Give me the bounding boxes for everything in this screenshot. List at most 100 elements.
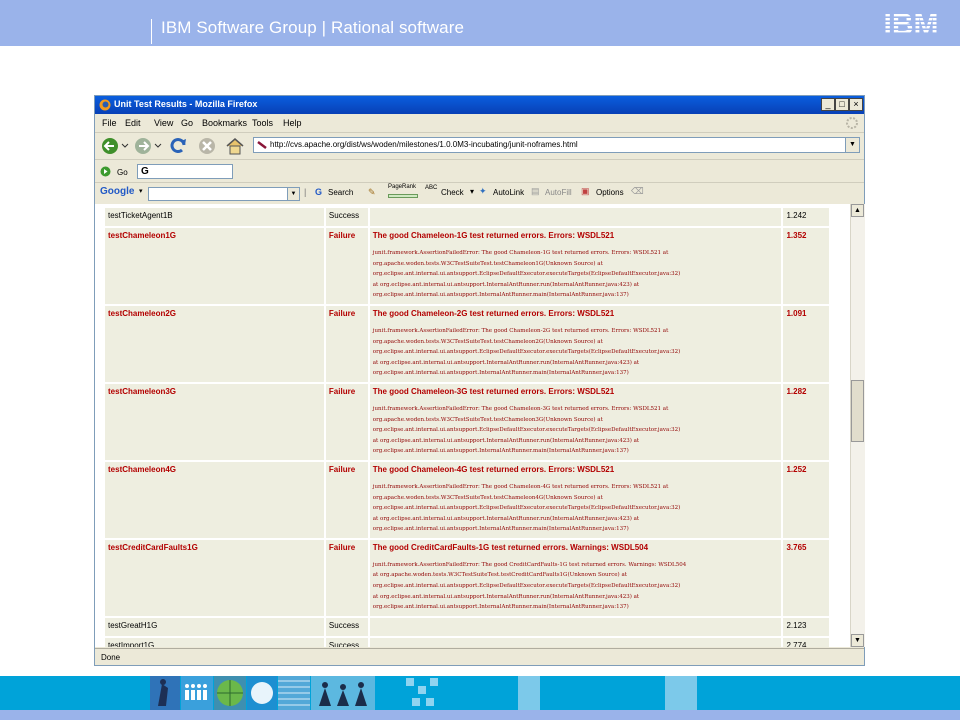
go-input[interactable]: G [137,164,233,179]
header-title: IBM Software Group | Rational software [161,18,465,37]
status-text: Done [101,653,121,662]
toolbar-separator: | [304,187,307,197]
menu-help[interactable]: Help [283,118,302,128]
autofill-icon[interactable]: ▤ [531,186,540,197]
test-status: Failure [325,461,368,538]
firefox-icon [99,99,111,111]
pagerank-label[interactable]: PageRank [388,184,416,190]
footer-mosaic-icon [404,676,440,710]
footer-people-icon [181,676,213,710]
test-row: testGreatH1G Success 2.123 [105,617,829,636]
footer-lines-icon [278,676,310,710]
stack-trace: junit.framework.AssertionFailedError: Th… [372,561,687,611]
stack-trace: junit.framework.AssertionFailedError: Th… [372,250,681,299]
menu-edit[interactable]: Edit [125,118,141,128]
test-message-cell: The good CreditCardFaults-1G test return… [369,539,782,616]
google-search-icon[interactable]: G [315,187,322,197]
menu-file[interactable]: File [102,118,117,128]
google-brand[interactable]: Google [100,186,134,197]
footer-bar [0,710,960,720]
pagerank-bar [388,194,418,198]
test-time: 1.091 [783,305,829,382]
home-icon[interactable] [225,137,245,155]
highlight-icon[interactable]: ✎ [368,187,376,198]
close-button[interactable]: × [849,98,863,111]
vertical-scrollbar[interactable]: ▲ ▼ [850,204,865,647]
test-name: testChameleon1G [105,228,324,304]
spellcheck-icon[interactable]: ABC [425,185,437,191]
ibm-logo-text: IBM [884,8,939,40]
test-message-cell [369,208,782,226]
footer-team-icon [311,676,375,710]
google-dropdown-icon[interactable]: ▾ [139,187,143,195]
google-search-dropdown-icon[interactable]: ▼ [287,188,299,200]
footer-figure-icon [150,676,180,710]
test-message-cell [369,617,782,636]
stack-trace: junit.framework.AssertionFailedError: Th… [372,405,681,455]
google-search-input[interactable]: ▼ [148,187,300,201]
check-dropdown-icon[interactable]: ▾ [470,187,474,196]
scroll-down-icon[interactable]: ▼ [851,634,864,647]
url-bar[interactable]: http://cvs.apache.org/dist/ws/woden/mile… [253,137,860,153]
test-status: Success [325,208,368,226]
scrollbar-thumb[interactable] [851,380,864,442]
menu-tools[interactable]: Tools [252,118,273,128]
options-icon[interactable]: ▣ [581,186,590,197]
test-name: testChameleon3G [105,383,324,460]
scroll-up-icon[interactable]: ▲ [851,204,864,217]
autolink-button[interactable]: AutoLink [493,188,524,197]
test-name: testGreatH1G [105,617,324,636]
menu-go[interactable]: Go [181,118,193,128]
test-name: testChameleon4G [105,461,324,538]
test-row: testCreditCardFaults1G Failure The good Cr… [105,539,829,616]
test-time: 1.242 [783,208,829,226]
test-time: 1.252 [783,461,829,538]
status-bar: Done [95,648,864,666]
test-message: The good CreditCardFaults-1G test return… [372,542,649,552]
stack-trace: junit.framework.AssertionFailedError: Th… [372,483,681,533]
test-status: Failure [325,539,368,616]
ibm-logo: IBM [884,8,939,40]
test-name: testTicketAgent1B [105,208,324,226]
check-button[interactable]: Check [441,188,464,197]
test-row: testTicketAgent1B Success 1.242 [105,208,829,226]
test-message: The good Chameleon-3G test returned erro… [372,386,615,396]
url-text: http://cvs.apache.org/dist/ws/woden/mile… [270,140,578,149]
stop-icon[interactable] [197,137,217,155]
reload-icon[interactable] [169,137,189,155]
maximize-button[interactable]: □ [835,98,849,111]
autolink-icon[interactable]: ✦ [479,186,487,197]
options-button[interactable]: Options [596,188,624,197]
throbber-icon [846,117,858,129]
title-bar: Unit Test Results - Mozilla Firefox _ □ … [95,96,864,114]
test-time: 1.282 [783,383,829,460]
url-dropdown-icon[interactable]: ▼ [845,138,859,152]
go-icon[interactable] [100,166,111,177]
footer-block2-icon [665,676,697,710]
menu-bookmarks[interactable]: Bookmarks [202,118,247,128]
minimize-button[interactable]: _ [821,98,835,111]
test-time: 2.123 [783,617,829,636]
test-message-cell: The good Chameleon-1G test returned erro… [369,228,782,304]
browser-window: Unit Test Results - Mozilla Firefox _ □ … [94,95,865,666]
google-search-button[interactable]: Search [328,188,353,197]
test-message-cell: The good Chameleon-3G test returned erro… [369,383,782,460]
footer-block-icon [518,676,540,710]
autofill-button[interactable]: AutoFill [545,188,572,197]
back-icon[interactable] [100,137,130,155]
go-toolbar: Go G [95,159,864,182]
test-row: testChameleon3G Failure The good Chameleon… [105,383,829,460]
test-name: testChameleon2G [105,305,324,382]
test-time: 3.765 [783,539,829,616]
header-divider [151,19,152,44]
eraser-icon[interactable]: ⌫ [631,186,644,197]
test-message: The good Chameleon-2G test returned erro… [372,308,615,318]
test-time: 2.774 [783,637,829,647]
forward-icon[interactable] [133,137,163,155]
go-label[interactable]: Go [117,168,128,177]
test-message-cell: The good Chameleon-2G test returned erro… [369,305,782,382]
go-input-value: G [141,166,149,177]
test-row: testChameleon1G Failure The good Chameleon… [105,228,829,304]
test-status: Failure [325,228,368,304]
menu-view[interactable]: View [154,118,173,128]
